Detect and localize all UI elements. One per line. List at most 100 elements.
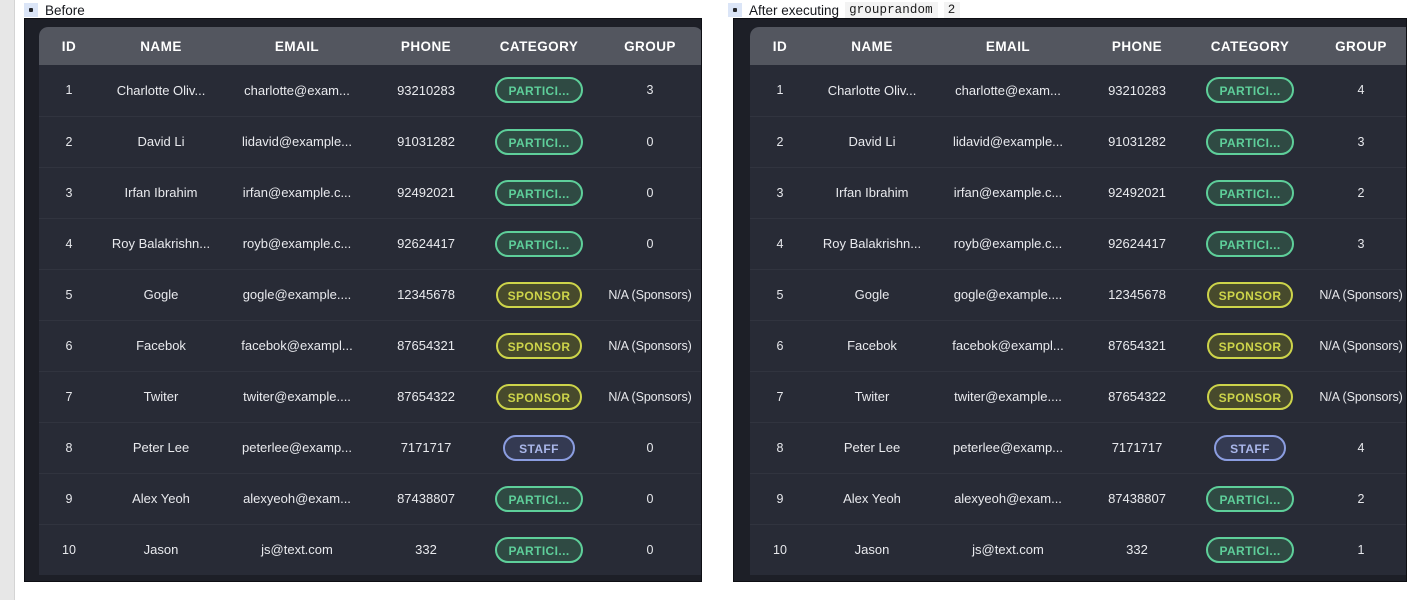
cell-id: 5 [750,268,810,320]
cell-category: STAFF [1192,421,1308,473]
cell-name: Peter Lee [810,421,934,473]
cell-group: 4 [1357,83,1365,98]
cell-group: 3 [1308,115,1406,167]
cell-name: Twiter [810,370,934,422]
cell-email: js@text.com [223,523,371,575]
cell-email: irfan@example.c... [223,166,371,218]
table-row[interactable]: 8 Peter Lee peterlee@examp... 7171717 STAFF 4 [750,421,1406,473]
cell-group: N/A (Sponsors) [1308,319,1406,371]
cell-category: PARTICI... [481,65,597,116]
cell-name: Roy Balakrishn... [99,217,223,269]
column-header-group[interactable]: GROUP [1308,27,1406,65]
cell-id: 3 [750,166,810,218]
cell-email: lidavid@example... [934,115,1082,167]
cell-name: Charlotte Oliv... [116,82,206,98]
cell-id: 4 [39,217,99,269]
table-row[interactable]: 5 Gogle gogle@example.... 12345678 SPONSOR N/… [750,268,1406,320]
cell-phone: 91031282 [371,115,481,167]
cell-email: twiter@example.... [934,370,1082,422]
cell-group: N/A (Sponsors) [597,319,701,371]
cell-group: N/A (Sponsors) [1308,268,1406,320]
cell-email: irfan@example.c... [934,166,1082,218]
cell-name: Charlotte Oliv... [827,82,917,98]
cell-category: SPONSOR [481,268,597,320]
table-row[interactable]: 9 Alex Yeoh alexyeoh@exam... 87438807 PARTIC… [39,472,701,524]
table-row[interactable]: 10 Jason js@text.com 332 PARTICI... 1 [750,523,1406,575]
cell-phone: 87654321 [1082,319,1192,371]
cell-id: 8 [39,421,99,473]
cell-group: 0 [597,115,701,167]
table-row[interactable]: 1 Charlotte Oliv... charlotte@exam... 93210… [39,65,701,116]
table-row[interactable]: 5 Gogle gogle@example.... 12345678 SPONSOR N/… [39,268,701,320]
column-header-email[interactable]: EMAIL [934,27,1082,65]
cell-email: lidavid@example... [223,115,371,167]
table-row[interactable]: 6 Facebok facebok@exampl... 87654321 SPONSOR… [750,319,1406,371]
cell-phone: 87438807 [371,472,481,524]
status-badge-participant: PARTICI... [1206,128,1294,155]
header-row: ID NAME EMAIL PHONE CATEGORY GROUP [39,27,701,65]
column-header-group[interactable]: GROUP [597,27,701,65]
cell-id: 10 [39,523,99,575]
table-row[interactable]: 2 David Li lidavid@example... 91031282 PARTI… [39,115,701,167]
column-header-id[interactable]: ID [39,27,99,65]
table-body-after: 1 Charlotte Oliv... charlotte@exam... 93210… [750,65,1406,575]
cell-category: PARTICI... [1192,166,1308,218]
cell-group: 2 [1308,472,1406,524]
cell-group: N/A (Sponsors) [1308,370,1406,422]
status-badge-sponsor: SPONSOR [1206,332,1294,359]
status-badge-staff: STAFF [1214,434,1286,461]
table-row[interactable]: 3 Irfan Ibrahim irfan@example.c... 92492021… [750,166,1406,218]
cell-name: Facebok [99,319,223,371]
cell-id: 2 [39,115,99,167]
header-row: ID NAME EMAIL PHONE CATEGORY GROUP [750,27,1406,65]
table-row[interactable]: 6 Facebok facebok@exampl... 87654321 SPONSOR… [39,319,701,371]
column-header-category[interactable]: CATEGORY [1192,27,1308,65]
cell-id: 10 [750,523,810,575]
cell-phone: 92624417 [1082,217,1192,269]
table-row[interactable]: 4 Roy Balakrishn... royb@example.c... 92624… [39,217,701,269]
panel-after: After executing grouprandom 2 ID NAME EM… [718,0,1408,582]
cell-group: 0 [597,523,701,575]
table-scroll-area-before[interactable]: ID NAME EMAIL PHONE CATEGORY GROUP 1 Char… [39,27,701,575]
table-row[interactable]: 10 Jason js@text.com 332 PARTICI... 0 [39,523,701,575]
cell-category: PARTICI... [481,523,597,575]
column-header-phone[interactable]: PHONE [371,27,481,65]
panel-before: Before ID NAME EMAIL PHONE CATEGORY GROU… [14,0,702,582]
status-badge-participant: PARTICI... [495,179,583,206]
table-scroll-area-after[interactable]: ID NAME EMAIL PHONE CATEGORY GROUP 1 Char… [750,27,1406,575]
status-badge-participant: PARTICI... [495,536,583,563]
column-header-category[interactable]: CATEGORY [481,27,597,65]
cell-email: alexyeoh@exam... [934,472,1082,524]
cell-category: PARTICI... [1192,115,1308,167]
status-badge-sponsor: SPONSOR [495,383,583,410]
cell-email: alexyeoh@exam... [223,472,371,524]
cell-name: Facebok [810,319,934,371]
bullet-icon [728,3,742,17]
status-badge-participant: PARTICI... [495,485,583,512]
screenshot-root: Before ID NAME EMAIL PHONE CATEGORY GROU… [0,0,1420,600]
table-row[interactable]: 2 David Li lidavid@example... 91031282 PARTI… [750,115,1406,167]
cell-email: js@text.com [934,523,1082,575]
bullet-icon [24,3,38,17]
cell-phone: 87438807 [1082,472,1192,524]
column-header-email[interactable]: EMAIL [223,27,371,65]
table-row[interactable]: 1 Charlotte Oliv... charlotte@exam... 93210… [750,65,1406,116]
column-header-phone[interactable]: PHONE [1082,27,1192,65]
cell-name: Gogle [810,268,934,320]
table-row[interactable]: 7 Twiter twiter@example.... 87654322 SPONSOR… [750,370,1406,422]
table-row[interactable]: 4 Roy Balakrishn... royb@example.c... 92624… [750,217,1406,269]
column-header-name[interactable]: NAME [99,27,223,65]
table-row[interactable]: 8 Peter Lee peterlee@examp... 7171717 STAFF 0 [39,421,701,473]
status-badge-participant: PARTICI... [495,128,583,155]
column-header-name[interactable]: NAME [810,27,934,65]
caption-after: After executing grouprandom 2 [718,0,1408,20]
cell-category: PARTICI... [1192,217,1308,269]
status-badge-participant: PARTICI... [1206,230,1294,257]
cell-phone: 87654322 [1082,370,1192,422]
table-row[interactable]: 9 Alex Yeoh alexyeoh@exam... 87438807 PARTIC… [750,472,1406,524]
table-row[interactable]: 7 Twiter twiter@example.... 87654322 SPONSOR… [39,370,701,422]
table-row[interactable]: 3 Irfan Ibrahim irfan@example.c... 92492021… [39,166,701,218]
cell-id: 7 [39,370,99,422]
cell-name: David Li [810,115,934,167]
column-header-id[interactable]: ID [750,27,810,65]
